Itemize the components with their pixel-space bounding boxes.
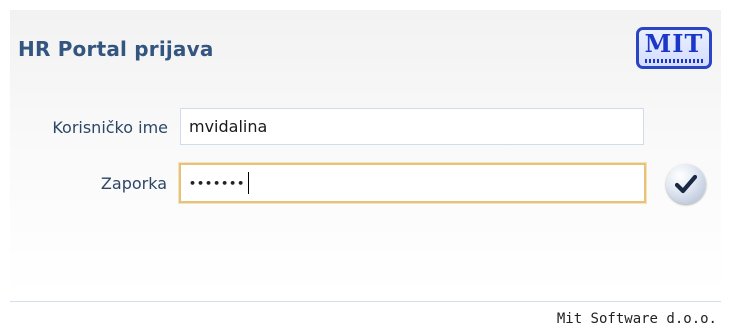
text-cursor [248,172,250,194]
footer-company: Mit Software d.o.o. [556,311,717,327]
logo-subline [645,59,703,63]
password-label: Zaporka [100,174,167,193]
submit-button[interactable] [666,164,706,204]
divider [10,301,721,302]
username-label: Korisničko ime [52,118,168,137]
password-masked-value: ••••••• [189,176,246,190]
username-input[interactable]: mvidalina [180,108,644,145]
checkmark-icon [675,174,697,194]
logo-text: MIT [644,29,704,58]
password-input[interactable]: ••••••• [179,163,646,203]
company-logo: MIT [636,27,712,69]
username-value: mvidalina [189,117,268,136]
page-title: HR Portal prijava [18,37,214,61]
